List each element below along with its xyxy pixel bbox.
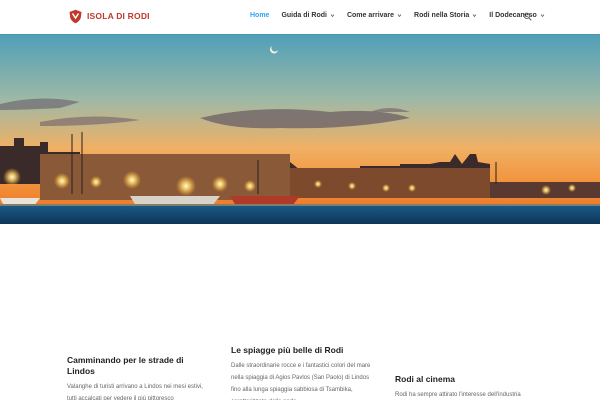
- article-card[interactable]: Rodi al cinema Rodi ha sempre attirato l…: [395, 374, 535, 400]
- nav-item-guida-di-rodi[interactable]: Guida di Rodi: [281, 12, 335, 19]
- site-header: ISOLA DI RODI Home Guida di Rodi Come ar…: [0, 0, 600, 34]
- article-title[interactable]: Le spiagge più belle di Rodi: [231, 345, 371, 356]
- nav-item-label: Rodi nella Storia: [414, 12, 470, 19]
- nav-item-rodi-nella-storia[interactable]: Rodi nella Storia: [414, 12, 477, 19]
- chevron-down-icon: [397, 14, 402, 18]
- logo-text: ISOLA DI RODI: [87, 11, 150, 21]
- chevron-down-icon: [473, 14, 477, 18]
- article-card[interactable]: Le spiagge più belle di Rodi Dalle strao…: [231, 345, 371, 400]
- article-title[interactable]: Rodi al cinema: [395, 374, 535, 385]
- article-excerpt: Valanghe di turisti arrivano a Lindos ne…: [67, 384, 203, 400]
- hero-image: [0, 34, 600, 224]
- nav-item-come-arrivare[interactable]: Come arrivare: [347, 12, 402, 19]
- article-title[interactable]: Camminando per le strade di Lindos: [67, 355, 207, 377]
- main-nav: Home Guida di Rodi Come arrivare Rodi ne…: [250, 12, 557, 19]
- chevron-down-icon: [540, 14, 545, 18]
- nav-item-label: Home: [250, 12, 270, 19]
- nav-item-label: Come arrivare: [346, 12, 395, 19]
- chevron-down-icon: [330, 14, 335, 18]
- nav-item-il-dodecaneso[interactable]: Il Dodecaneso: [489, 12, 545, 19]
- nav-item-home[interactable]: Home: [250, 12, 269, 19]
- site-logo[interactable]: ISOLA DI RODI: [68, 9, 150, 24]
- article-excerpt: Dalle straordinarie rocce e i fantastici…: [231, 363, 371, 400]
- search-icon[interactable]: [523, 12, 532, 21]
- nav-item-label: Guida di Rodi: [281, 12, 327, 19]
- harbor-sunset-image: [0, 34, 600, 224]
- shield-logo-icon: [69, 9, 82, 24]
- article-card[interactable]: Camminando per le strade di Lindos Valan…: [67, 355, 207, 400]
- article-excerpt: Rodi ha sempre attirato l'interesse dell…: [395, 392, 521, 398]
